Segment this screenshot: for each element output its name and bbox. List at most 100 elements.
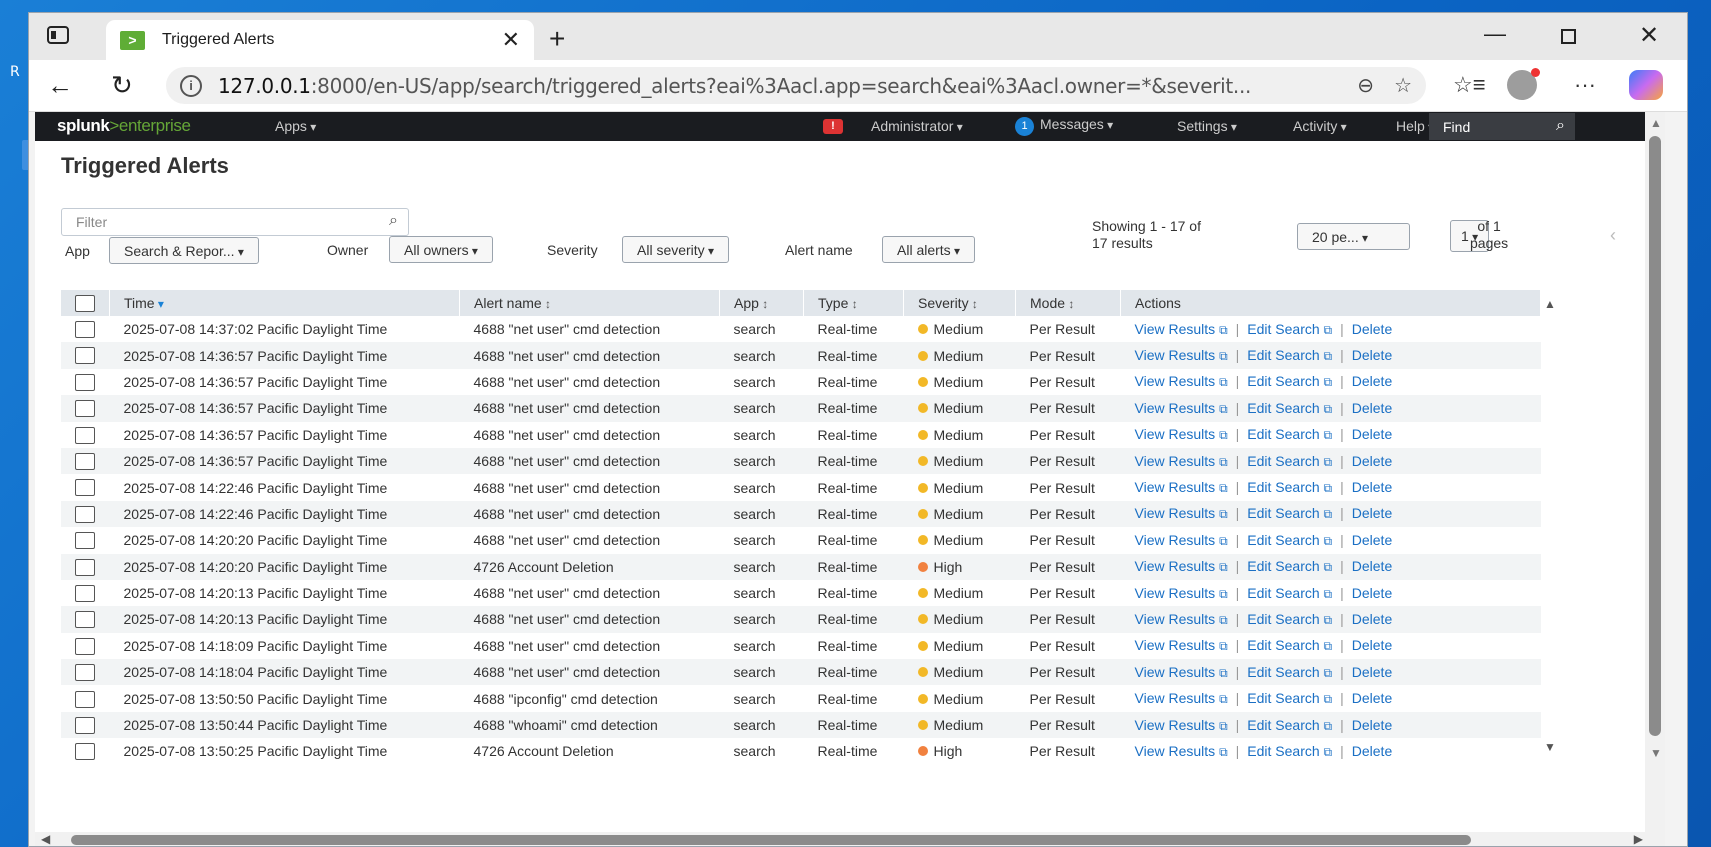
delete-link[interactable]: Delete — [1352, 717, 1392, 733]
view-results-link[interactable]: View Results ⧉ — [1135, 637, 1228, 653]
edit-search-link[interactable]: Edit Search ⧉ — [1247, 347, 1332, 363]
row-checkbox[interactable] — [75, 373, 95, 391]
edit-search-link[interactable]: Edit Search ⧉ — [1247, 664, 1332, 680]
view-results-link[interactable]: View Results ⧉ — [1135, 426, 1228, 442]
edit-search-link[interactable]: Edit Search ⧉ — [1247, 505, 1332, 521]
delete-link[interactable]: Delete — [1352, 664, 1392, 680]
col-alert-name[interactable]: Alert name — [459, 290, 720, 316]
more-menu-icon[interactable]: ··· — [1574, 72, 1596, 98]
table-scroll-down-icon[interactable]: ▼ — [1544, 740, 1556, 754]
delete-link[interactable]: Delete — [1352, 479, 1392, 495]
edit-search-link[interactable]: Edit Search ⧉ — [1247, 585, 1332, 601]
edit-search-link[interactable]: Edit Search ⧉ — [1247, 400, 1332, 416]
splunk-logo[interactable]: splunk>enterprise — [57, 116, 191, 136]
view-results-link[interactable]: View Results ⧉ — [1135, 373, 1228, 389]
delete-link[interactable]: Delete — [1352, 373, 1392, 389]
row-checkbox[interactable] — [75, 637, 95, 655]
view-results-link[interactable]: View Results ⧉ — [1135, 453, 1228, 469]
view-results-link[interactable]: View Results ⧉ — [1135, 585, 1228, 601]
edit-search-link[interactable]: Edit Search ⧉ — [1247, 717, 1332, 733]
minimize-icon[interactable]: — — [1484, 21, 1506, 47]
row-checkbox[interactable] — [75, 558, 95, 576]
site-info-icon[interactable]: i — [180, 74, 202, 97]
delete-link[interactable]: Delete — [1352, 400, 1392, 416]
view-results-link[interactable]: View Results ⧉ — [1135, 321, 1228, 337]
edit-search-link[interactable]: Edit Search ⧉ — [1247, 611, 1332, 627]
view-results-link[interactable]: View Results ⧉ — [1135, 347, 1228, 363]
row-checkbox[interactable] — [75, 505, 95, 523]
edit-search-link[interactable]: Edit Search ⧉ — [1247, 743, 1332, 759]
scroll-up-icon[interactable]: ▲ — [1650, 116, 1662, 130]
per-page-dropdown[interactable]: 20 pe... — [1297, 223, 1410, 250]
view-results-link[interactable]: View Results ⧉ — [1135, 400, 1228, 416]
view-results-link[interactable]: View Results ⧉ — [1135, 532, 1228, 548]
address-bar[interactable]: i 127.0.0.1:8000/en-US/app/search/trigge… — [166, 67, 1426, 104]
delete-link[interactable]: Delete — [1352, 558, 1392, 574]
reload-icon[interactable]: ↻ — [111, 70, 133, 101]
new-tab-icon[interactable]: + — [549, 23, 565, 55]
delete-link[interactable]: Delete — [1352, 611, 1392, 627]
page-horizontal-scrollbar[interactable]: ◀ ▶ — [35, 832, 1665, 846]
view-results-link[interactable]: View Results ⧉ — [1135, 690, 1228, 706]
copilot-icon[interactable] — [1629, 70, 1663, 100]
edit-search-link[interactable]: Edit Search ⧉ — [1247, 426, 1332, 442]
col-mode[interactable]: Mode — [1015, 290, 1121, 316]
find-input[interactable]: Find ⌕ — [1429, 113, 1575, 140]
maximize-icon[interactable] — [1561, 21, 1576, 50]
delete-link[interactable]: Delete — [1352, 505, 1392, 521]
row-checkbox[interactable] — [75, 400, 95, 418]
view-results-link[interactable]: View Results ⧉ — [1135, 611, 1228, 627]
favorite-star-icon[interactable]: ☆ — [1394, 73, 1412, 98]
browser-tab[interactable]: > Triggered Alerts ✕ — [106, 20, 534, 60]
view-results-link[interactable]: View Results ⧉ — [1135, 479, 1228, 495]
view-results-link[interactable]: View Results ⧉ — [1135, 505, 1228, 521]
scroll-right-icon[interactable]: ▶ — [1634, 832, 1643, 846]
view-results-link[interactable]: View Results ⧉ — [1135, 558, 1228, 574]
tab-actions-icon[interactable] — [47, 26, 69, 44]
delete-link[interactable]: Delete — [1352, 690, 1392, 706]
col-app[interactable]: App — [719, 290, 804, 316]
row-checkbox[interactable] — [75, 716, 95, 734]
delete-link[interactable]: Delete — [1352, 321, 1392, 337]
view-results-link[interactable]: View Results ⧉ — [1135, 717, 1228, 733]
profile-avatar[interactable] — [1507, 68, 1540, 100]
edit-search-link[interactable]: Edit Search ⧉ — [1247, 558, 1332, 574]
col-time[interactable]: Time — [109, 290, 460, 316]
delete-link[interactable]: Delete — [1352, 347, 1392, 363]
filter-input[interactable]: Filter ⌕ — [61, 208, 409, 236]
edit-search-link[interactable]: Edit Search ⧉ — [1247, 690, 1332, 706]
alert-name-dropdown[interactable]: All alerts — [882, 236, 976, 263]
close-window-icon[interactable]: ✕ — [1639, 21, 1659, 50]
messages-menu[interactable]: 1 Messages — [1015, 116, 1113, 136]
row-checkbox[interactable] — [75, 532, 95, 550]
table-scroll-up-icon[interactable]: ▲ — [1544, 297, 1556, 311]
row-checkbox[interactable] — [75, 347, 95, 365]
scrollbar-thumb[interactable] — [1649, 136, 1661, 736]
delete-link[interactable]: Delete — [1352, 426, 1392, 442]
prev-page-icon[interactable]: ‹ — [1610, 225, 1616, 246]
scrollbar-thumb[interactable] — [71, 835, 1471, 845]
edit-search-link[interactable]: Edit Search ⧉ — [1247, 479, 1332, 495]
severity-dropdown[interactable]: All severity — [622, 236, 730, 263]
row-checkbox[interactable] — [75, 690, 95, 708]
delete-link[interactable]: Delete — [1352, 743, 1392, 759]
back-arrow-icon[interactable]: ← — [47, 70, 73, 101]
view-results-link[interactable]: View Results ⧉ — [1135, 743, 1228, 759]
app-dropdown[interactable]: Search & Repor... — [109, 237, 259, 264]
row-checkbox[interactable] — [75, 743, 95, 761]
row-checkbox[interactable] — [75, 611, 95, 629]
delete-link[interactable]: Delete — [1352, 532, 1392, 548]
col-severity[interactable]: Severity — [903, 290, 1016, 316]
edit-search-link[interactable]: Edit Search ⧉ — [1247, 373, 1332, 389]
delete-link[interactable]: Delete — [1352, 637, 1392, 653]
edit-search-link[interactable]: Edit Search ⧉ — [1247, 321, 1332, 337]
search-icon[interactable]: ⌕ — [1556, 117, 1565, 135]
row-checkbox[interactable] — [75, 664, 95, 682]
edit-search-link[interactable]: Edit Search ⧉ — [1247, 637, 1332, 653]
alert-notification-icon[interactable]: ! — [823, 119, 843, 134]
apps-menu[interactable]: Apps — [275, 118, 316, 134]
administrator-menu[interactable]: Administrator — [871, 118, 963, 134]
edit-search-link[interactable]: Edit Search ⧉ — [1247, 532, 1332, 548]
close-tab-icon[interactable]: ✕ — [502, 27, 520, 53]
view-results-link[interactable]: View Results ⧉ — [1135, 664, 1228, 680]
